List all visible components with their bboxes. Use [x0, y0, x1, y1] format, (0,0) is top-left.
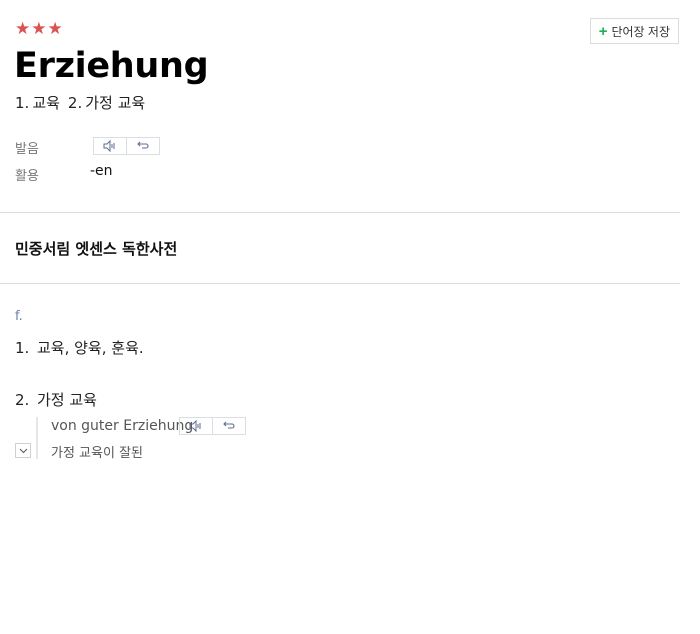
expand-example-toggle[interactable]: [15, 443, 31, 458]
meaning-item: 1. 교육: [15, 94, 60, 112]
speaker-icon: [189, 420, 201, 432]
example-sentence: von guter Erziehung: [51, 418, 194, 434]
repeat-sound-button[interactable]: [126, 138, 159, 154]
speaker-icon: [103, 140, 115, 152]
pronunciation-label: 발음: [15, 142, 39, 157]
part-of-speech: f.: [15, 309, 23, 324]
sense-item: 1. 교육, 양육, 훈육.: [15, 339, 144, 357]
chevron-down-icon: [19, 448, 27, 453]
meaning-summary: 1. 교육 2. 가정 교육: [15, 93, 145, 113]
example-translation: 가정 교육이 잘된: [51, 446, 143, 461]
sense-item: 2. 가정 교육: [15, 391, 97, 409]
play-sound-button[interactable]: [94, 138, 126, 154]
section-divider: [0, 283, 680, 284]
rating-stars: ★★★: [15, 19, 64, 39]
plus-icon: +: [598, 22, 608, 40]
repeat-example-sound-button[interactable]: [212, 418, 245, 434]
play-example-sound-button[interactable]: [180, 418, 212, 434]
repeat-icon: [137, 141, 149, 149]
section-divider: [0, 212, 680, 213]
inflection-value: -en: [90, 163, 113, 179]
repeat-icon: [223, 421, 235, 429]
dictionary-name: 민중서림 엣센스 독한사전: [15, 240, 178, 258]
example-bar: [36, 417, 38, 459]
meaning-item: 2. 가정 교육: [67, 94, 146, 112]
save-button-label: 단어장 저장: [611, 24, 670, 39]
inflection-label: 활용: [15, 169, 39, 184]
pronunciation-controls: [93, 137, 160, 155]
example-sound-controls: [179, 417, 246, 435]
headword: Erziehung: [14, 46, 209, 86]
save-to-wordbook-button[interactable]: + 단어장 저장: [589, 18, 679, 44]
